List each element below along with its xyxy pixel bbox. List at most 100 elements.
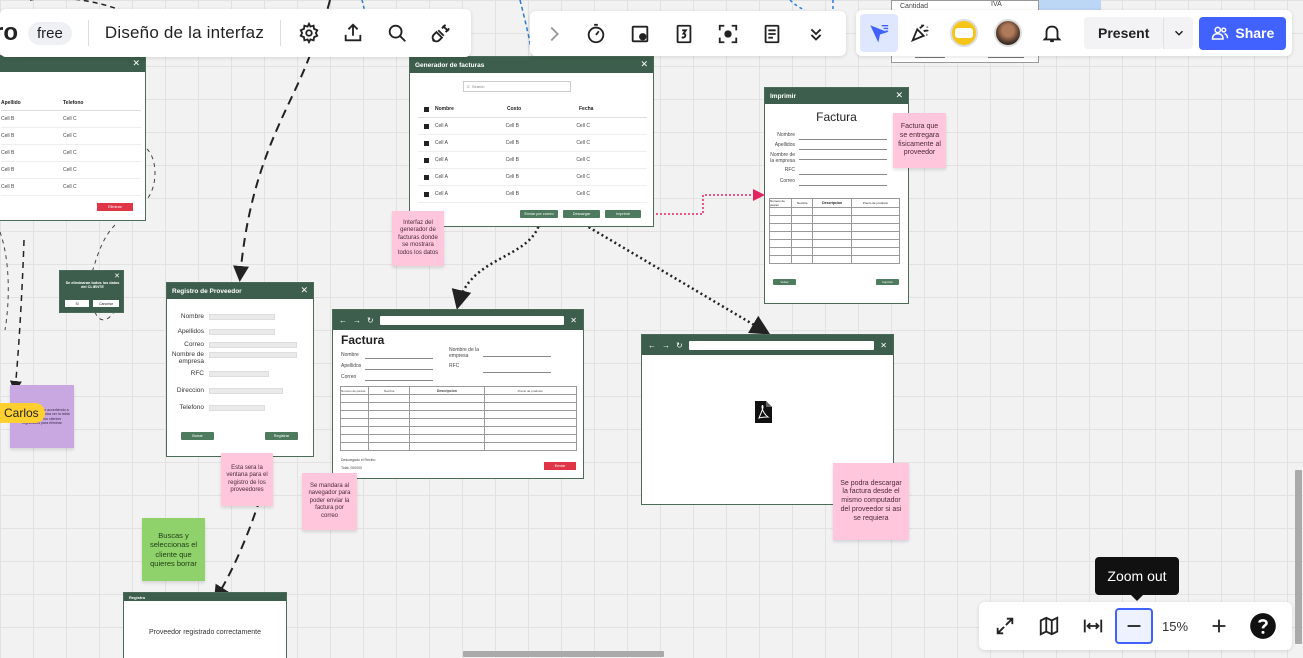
timer-icon[interactable] [574,12,618,56]
field-line[interactable] [799,139,887,140]
register-button[interactable]: Registrar [265,432,298,440]
back-button[interactable]: Volver [773,279,796,285]
reload-icon[interactable]: ↻ [367,316,374,325]
close-icon[interactable]: ✕ [895,90,903,101]
table-row[interactable]: Cell B Cell C [1,111,141,128]
forward-icon[interactable]: → [353,316,361,325]
field-line[interactable] [365,380,433,381]
field-line[interactable] [799,174,887,175]
field-line[interactable] [365,358,433,359]
share-button[interactable]: Share [1199,16,1287,50]
help-icon[interactable] [1241,604,1285,648]
user-avatar[interactable] [950,19,978,47]
close-icon[interactable]: ✕ [570,316,577,325]
pdf-file-icon[interactable] [754,401,772,423]
chevron-right-icon[interactable] [534,12,574,56]
row-checkbox[interactable] [424,123,429,129]
notes-icon[interactable] [750,12,794,56]
sticky-registro[interactable]: Esta sera la ventana para el registro de… [221,453,273,506]
registro-input[interactable] [209,352,297,358]
search-input[interactable]: ⌕ Search [463,81,571,92]
table-row[interactable]: Cell A Cell B Cell C [418,169,647,186]
chevron-down-icon[interactable] [1163,17,1194,49]
field-line[interactable] [483,356,551,357]
zoom-level[interactable]: 15% [1153,619,1197,634]
clear-button[interactable]: Borrar [181,432,214,440]
upload-icon[interactable] [331,11,375,55]
close-icon[interactable]: ✕ [640,59,648,70]
gear-icon[interactable] [287,11,331,55]
sticky-descarga[interactable]: Se podra descargar la factura desde el m… [833,463,909,540]
vertical-scrollbar[interactable] [1295,470,1302,644]
board-title[interactable]: Diseño de la interfaz [95,23,274,43]
field-line[interactable] [365,369,433,370]
registro-input[interactable] [209,329,275,335]
footer-total: Total: 000000 [341,466,363,470]
bell-icon[interactable] [1030,11,1074,55]
row-checkbox[interactable] [424,174,429,180]
send-button[interactable]: Enviar [544,462,576,470]
registro-input[interactable] [209,388,283,394]
field-line[interactable] [799,149,887,150]
sticky-correo[interactable]: Se mandara al navegador para poder envia… [302,473,357,530]
zoom-in-button[interactable] [1197,604,1241,648]
address-bar[interactable] [379,315,565,325]
zoom-out-button[interactable] [1115,608,1153,644]
table-row[interactable]: Cell A Cell B Cell C [418,186,647,203]
fullscreen-icon[interactable] [983,604,1027,648]
reload-icon[interactable]: ↻ [676,341,683,350]
table-row[interactable]: Cell A Cell B Cell C [418,135,647,152]
table-row[interactable]: Cell B Cell C [1,128,141,145]
close-icon[interactable]: ✕ [880,341,887,350]
sticky-imprimir[interactable]: Factura que se entregara fisicamente al … [893,113,946,168]
row-checkbox[interactable] [424,191,429,197]
horizontal-scrollbar[interactable] [463,651,664,657]
back-icon[interactable]: ← [648,341,656,350]
table-row[interactable]: Cell B Cell C [1,162,141,179]
address-bar[interactable] [688,340,875,350]
row-checkbox[interactable] [424,140,429,146]
app-logo[interactable]: ro [0,19,24,47]
confirm-cancel-button[interactable]: Cancelar [93,300,119,307]
delete-button[interactable]: Eliminar [97,203,133,211]
close-icon[interactable]: ✕ [300,285,308,296]
row-checkbox[interactable] [424,106,429,112]
back-icon[interactable]: ← [339,316,347,325]
confirm-yes-button[interactable]: Si [65,300,89,307]
close-icon[interactable]: ✕ [114,272,120,280]
forward-icon[interactable]: → [662,341,670,350]
search-icon[interactable] [375,11,419,55]
close-icon[interactable]: ✕ [132,58,140,69]
imprimir-print-button[interactable]: Imprimir [876,279,899,285]
focus-icon[interactable] [706,12,750,56]
print-button[interactable]: Imprimir [605,210,641,218]
table-row[interactable]: Cell B Cell C [1,179,141,196]
table-row[interactable]: Cell B Cell C [1,145,141,162]
sticky-buscar[interactable]: Buscas y seleccionas el cliente que quie… [142,518,205,581]
plug-icon[interactable] [419,11,463,55]
celebrate-icon[interactable] [898,11,942,55]
registro-input[interactable] [209,371,269,377]
table-row[interactable]: Cell A Cell B Cell C [418,152,647,169]
field-line[interactable] [799,185,887,186]
field-line[interactable] [799,159,887,160]
row-checkbox[interactable] [424,157,429,163]
vote-icon[interactable] [618,12,662,56]
sticky-generador[interactable]: Interfaz del generador de facturas donde… [392,211,444,266]
fit-width-icon[interactable] [1071,604,1115,648]
download-button[interactable]: Descargar [563,210,600,218]
field-label: Apellidos [774,142,795,148]
registro-input[interactable] [209,342,297,348]
send-email-button[interactable]: Enviar por correo [520,210,558,218]
collaborator-avatar[interactable] [994,19,1022,47]
plan-badge[interactable]: free [28,21,72,45]
double-chevron-down-icon[interactable] [794,12,838,56]
countdown-icon[interactable] [662,12,706,56]
present-button[interactable]: Present [1084,17,1164,49]
table-row[interactable]: Cell A Cell B Cell C [418,118,647,135]
registro-input[interactable] [209,314,275,320]
reactions-cursor-icon[interactable] [860,14,898,52]
field-line[interactable] [483,372,551,373]
map-icon[interactable] [1027,604,1071,648]
registro-input[interactable] [209,405,265,411]
